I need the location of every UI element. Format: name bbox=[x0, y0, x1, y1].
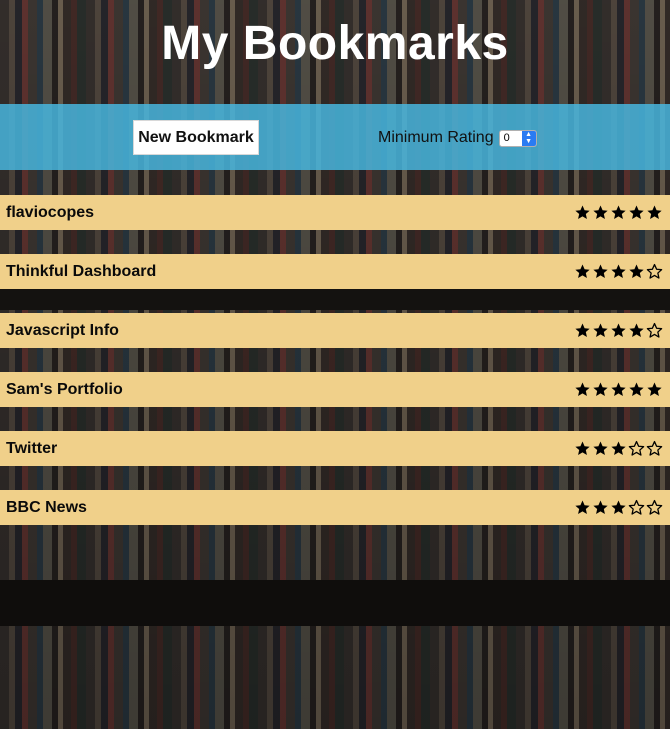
star-filled-icon bbox=[629, 264, 644, 279]
bookmark-title: Twitter bbox=[6, 439, 58, 457]
star-filled-icon bbox=[611, 382, 626, 397]
star-filled-icon bbox=[629, 382, 644, 397]
toolbar: New Bookmark Minimum Rating 0 ▲ ▼ bbox=[0, 104, 670, 170]
star-filled-icon bbox=[629, 323, 644, 338]
star-filled-icon bbox=[575, 500, 590, 515]
star-rating bbox=[574, 381, 663, 398]
star-rating bbox=[574, 263, 663, 280]
star-rating bbox=[574, 322, 663, 339]
star-filled-icon bbox=[629, 205, 644, 220]
star-filled-icon bbox=[593, 205, 608, 220]
star-filled-icon bbox=[593, 500, 608, 515]
minimum-rating-value: 0 bbox=[503, 131, 510, 144]
minimum-rating-select[interactable]: 0 ▲ ▼ bbox=[498, 129, 537, 147]
bookmark-title: Sam's Portfolio bbox=[6, 380, 123, 398]
bookmark-item[interactable]: Twitter bbox=[0, 431, 670, 466]
bookmark-title: Thinkful Dashboard bbox=[6, 262, 157, 280]
minimum-rating-label: Minimum Rating bbox=[378, 129, 494, 146]
app-container: My Bookmarks New Bookmark Minimum Rating… bbox=[0, 0, 670, 729]
star-filled-icon bbox=[575, 441, 590, 456]
star-filled-icon bbox=[575, 323, 590, 338]
bookmark-item[interactable]: Sam's Portfolio bbox=[0, 372, 670, 407]
star-empty-icon bbox=[646, 440, 663, 456]
star-filled-icon bbox=[611, 264, 626, 279]
star-filled-icon bbox=[593, 323, 608, 338]
minimum-rating-filter: Minimum Rating 0 ▲ ▼ bbox=[378, 128, 537, 148]
star-rating bbox=[574, 499, 663, 516]
bookmark-item[interactable]: BBC News bbox=[0, 490, 670, 525]
bookmark-item[interactable]: Thinkful Dashboard bbox=[0, 254, 670, 289]
bookmark-title: flaviocopes bbox=[6, 203, 95, 221]
star-filled-icon bbox=[647, 205, 662, 220]
bookmark-item[interactable]: Javascript Info bbox=[0, 313, 670, 348]
select-arrows-icon: ▲ ▼ bbox=[521, 130, 536, 146]
bookmark-list: flaviocopes Thinkful Dashboard Javascrip… bbox=[0, 195, 670, 549]
page-title: My Bookmarks bbox=[161, 17, 509, 70]
star-filled-icon bbox=[647, 382, 662, 397]
star-empty-icon bbox=[646, 322, 663, 338]
star-filled-icon bbox=[611, 441, 626, 456]
new-bookmark-button[interactable]: New Bookmark bbox=[133, 120, 259, 155]
star-empty-icon bbox=[646, 263, 663, 279]
star-filled-icon bbox=[593, 382, 608, 397]
star-filled-icon bbox=[611, 323, 626, 338]
star-empty-icon bbox=[628, 440, 645, 456]
star-rating bbox=[574, 204, 663, 221]
star-empty-icon bbox=[646, 499, 663, 515]
star-filled-icon bbox=[593, 264, 608, 279]
bookmark-title: Javascript Info bbox=[6, 321, 119, 339]
star-filled-icon bbox=[593, 441, 608, 456]
bookmark-title: BBC News bbox=[6, 498, 87, 516]
star-filled-icon bbox=[611, 205, 626, 220]
star-filled-icon bbox=[575, 382, 590, 397]
star-filled-icon bbox=[575, 205, 590, 220]
star-filled-icon bbox=[611, 500, 626, 515]
star-filled-icon bbox=[575, 264, 590, 279]
star-empty-icon bbox=[628, 499, 645, 515]
star-rating bbox=[574, 440, 663, 457]
bookmark-item[interactable]: flaviocopes bbox=[0, 195, 670, 230]
